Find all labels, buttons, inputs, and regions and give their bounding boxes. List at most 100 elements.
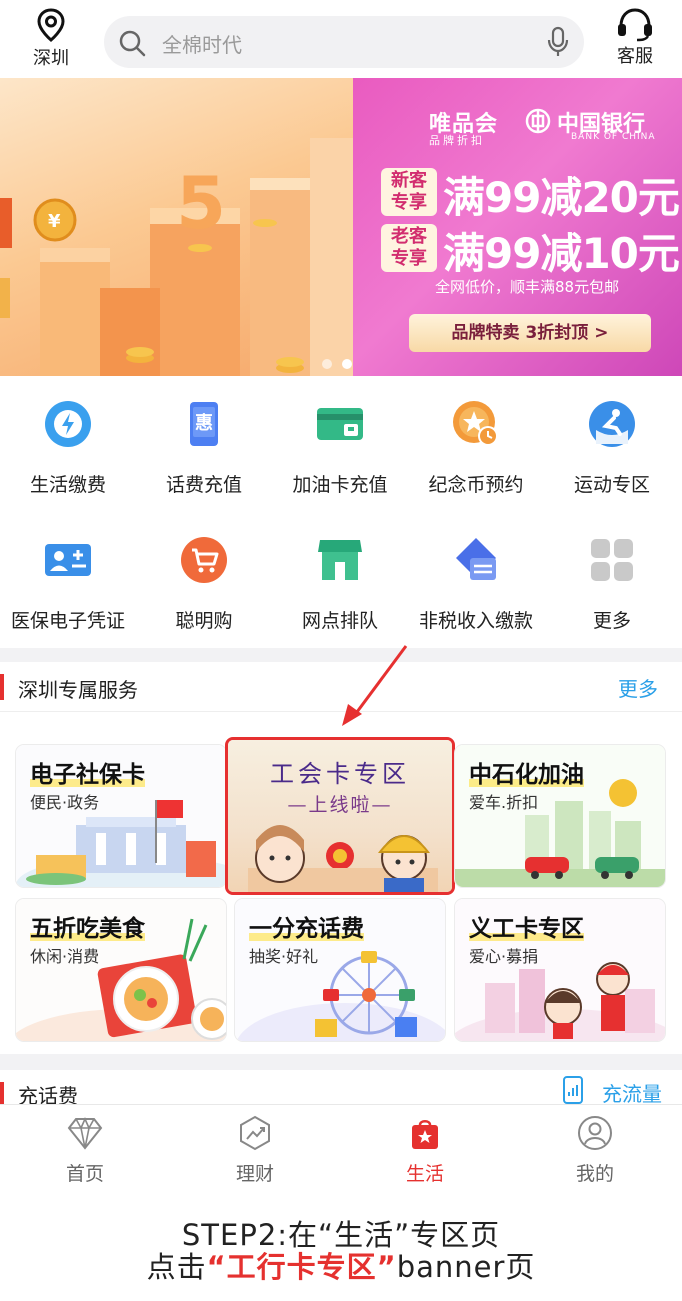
tab-label: 我的	[575, 1163, 614, 1185]
card-subtitle: —上线啦—	[287, 794, 393, 816]
tab-mine[interactable]: 我的	[510, 1105, 680, 1187]
cart-icon	[181, 537, 227, 583]
user-icon	[578, 1116, 612, 1150]
section-divider	[0, 1054, 682, 1070]
card-subtitle: 爱心·募捐	[469, 947, 539, 966]
banner-cta-button[interactable]: 品牌特卖 3折封顶 >	[409, 314, 651, 352]
microphone-icon[interactable]	[546, 26, 570, 58]
grid-item-non-tax-payment[interactable]: 非税收入缴款	[408, 512, 544, 648]
card-title: 一分充话费	[249, 909, 364, 943]
grid-item-coin-reservation[interactable]: 纪念币预约	[408, 376, 544, 512]
grid-label: 医保电子凭证	[10, 610, 125, 632]
grid-item-branch-queue[interactable]: 网点排队	[272, 512, 408, 648]
section-divider	[0, 648, 682, 662]
card-one-cent-recharge[interactable]: 一分充话费 抽奖·好礼	[235, 899, 445, 1041]
card-subtitle: 便民·政务	[30, 793, 100, 812]
grid-item-more[interactable]: 更多	[544, 512, 680, 648]
tab-label: 首页	[65, 1163, 104, 1185]
tab-label: 理财	[235, 1163, 274, 1185]
card-title: 中石化加油	[469, 755, 584, 789]
shopping-bag-star-icon	[412, 1120, 438, 1149]
chart-up-icon	[240, 1115, 270, 1151]
banner-slide-previous[interactable]: 5 ¥	[0, 78, 353, 376]
banner-slide-vipshop-boc[interactable]: 唯品会 品牌折扣 中国银行 BANK OF CHINA 新客 专享 满99减20…	[353, 78, 682, 376]
search-bar[interactable]: 全棉时代	[104, 16, 584, 68]
location-selector[interactable]: 深圳	[22, 8, 80, 70]
grid-item-sports-zone[interactable]: 运动专区	[544, 376, 680, 512]
tab-finance[interactable]: 理财	[170, 1105, 340, 1187]
bottom-tab-bar: 首页 理财 生活 我的	[0, 1104, 682, 1186]
card-title: 五折吃美食	[30, 909, 145, 943]
tab-label: 生活	[405, 1163, 444, 1185]
lightning-icon	[45, 401, 91, 447]
banner-note: 全网低价，顺丰满88元包邮	[435, 278, 620, 296]
caption-highlight: “工行卡专区”	[206, 1250, 397, 1284]
card-half-price-food[interactable]: 五折吃美食 休闲·消费	[16, 899, 226, 1041]
tab-home[interactable]: 首页	[0, 1105, 170, 1187]
svg-text:惠: 惠	[195, 413, 213, 434]
diamond-icon	[67, 1117, 103, 1150]
carousel-dot[interactable]	[322, 359, 332, 369]
banner-number: 5	[176, 161, 226, 245]
tax-icon	[456, 538, 496, 580]
customer-service-button[interactable]: 客服	[606, 6, 664, 68]
grid-label: 生活缴费	[29, 474, 106, 496]
grid-item-smart-shopping[interactable]: 聪明购	[136, 512, 272, 648]
search-input[interactable]: 全棉时代	[162, 29, 242, 58]
carousel-indicator	[322, 354, 362, 373]
carousel-dot-active[interactable]	[342, 359, 352, 369]
grid-item-medical-voucher[interactable]: 医保电子凭证	[0, 512, 136, 648]
grid-label: 非税收入缴款	[418, 610, 533, 632]
top-header: 深圳 全棉时代 客服	[0, 0, 682, 78]
step-caption: STEP2:在“生活”专区页 点击“工行卡专区”banner页	[0, 1186, 682, 1301]
grid-label: 加油卡充值	[292, 474, 388, 496]
section-more-link[interactable]: 更多	[618, 673, 658, 702]
section-header: 深圳专属服务 更多	[0, 662, 682, 712]
card-union-card-zone[interactable]: 工会卡专区 —上线啦—	[225, 737, 455, 895]
data-traffic-icon	[563, 1076, 583, 1104]
grid-label: 话费充值	[165, 474, 242, 496]
banner-brand-sub: 品牌折扣	[429, 134, 485, 147]
card-title: 电子社保卡	[30, 755, 145, 789]
service-grid: 生活缴费 惠 话费充值 加油卡充值 纪念币预约 运动专区 医保电子凭证 聪明购 …	[0, 376, 682, 648]
deal-new-amount: 满99减20元	[443, 173, 680, 222]
grid-item-fuel-card[interactable]: 加油卡充值	[272, 376, 408, 512]
city-coins-illustration: 5 ¥	[0, 138, 353, 376]
grid-label: 网点排队	[301, 610, 378, 632]
section-accent-bar	[0, 674, 4, 700]
grid-label: 更多	[592, 610, 631, 632]
card-e-social-security[interactable]: 电子社保卡 便民·政务	[16, 745, 226, 887]
branch-icon	[318, 540, 362, 580]
card-subtitle: 抽奖·好礼	[249, 947, 319, 966]
data-recharge-link[interactable]: 充流量	[602, 1078, 662, 1107]
grid-item-life-payment[interactable]: 生活缴费	[0, 376, 136, 512]
location-pin-icon	[37, 8, 65, 42]
card-subtitle: 休闲·消费	[30, 947, 100, 966]
skating-icon	[589, 401, 635, 447]
card-sinopec-fuel[interactable]: 中石化加油 爱车.折扣	[455, 745, 665, 887]
customer-service-label: 客服	[617, 46, 653, 67]
card-volunteer-card-zone[interactable]: 义工卡专区 爱心·募捐	[455, 899, 665, 1041]
banner-bank-sub: BANK OF CHINA	[571, 132, 656, 142]
promo-banner-carousel[interactable]: 5 ¥ 唯品会 品牌折扣 中国银行 BANK OF CHINA 新客 专享 满9…	[0, 78, 682, 376]
coin-star-icon	[453, 401, 498, 446]
grid-item-phone-recharge[interactable]: 惠 话费充值	[136, 376, 272, 512]
medical-card-icon	[45, 544, 91, 576]
card-title: 工会卡专区	[270, 760, 410, 788]
svg-text:¥: ¥	[48, 211, 61, 232]
headset-icon	[618, 8, 652, 42]
search-icon	[119, 30, 146, 57]
caption-line-2: 点击“工行卡专区”banner页	[146, 1250, 536, 1284]
section-title: 深圳专属服务	[18, 678, 138, 702]
location-label: 深圳	[33, 48, 69, 69]
deal-old-amount: 满99减10元	[443, 229, 680, 278]
card-title: 义工卡专区	[469, 909, 584, 943]
tab-life[interactable]: 生活	[340, 1105, 510, 1187]
card-subtitle: 爱车.折扣	[469, 793, 539, 812]
grid-label: 纪念币预约	[428, 474, 524, 496]
fuel-card-icon	[317, 408, 363, 440]
phone-hui-icon: 惠	[190, 402, 218, 446]
bank-of-china-logo-icon	[525, 108, 551, 134]
grid-label: 聪明购	[175, 610, 233, 632]
grid-label: 运动专区	[573, 474, 650, 496]
